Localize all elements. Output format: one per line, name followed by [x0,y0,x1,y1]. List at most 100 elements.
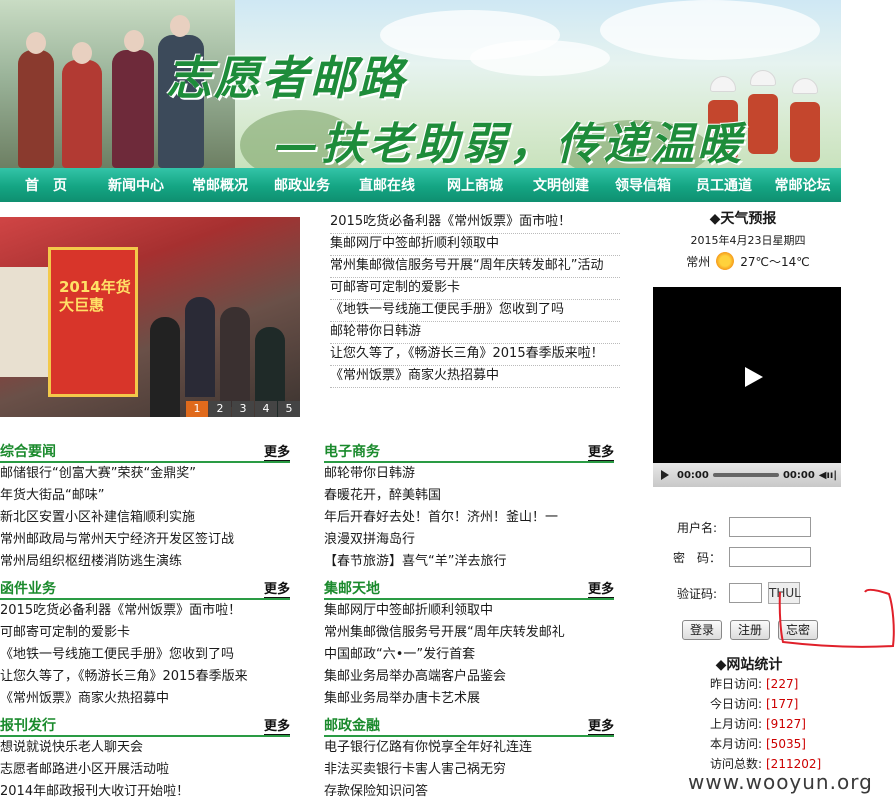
list-item[interactable]: 邮储银行“创富大赛”荣获“金鼎奖” [0,463,290,485]
list-item[interactable]: 中国邮政“六•一”发行首套 [324,644,614,666]
stat-label: 上月访问: [709,717,762,731]
slide-page-2[interactable]: 2 [209,401,231,417]
list-item[interactable]: 想说就说快乐老人聊天会 [0,737,290,759]
more-link[interactable]: 更多 [263,582,290,598]
section-title: 报刊发行 [0,718,56,734]
list-item[interactable]: 新北区安置小区补建信箱顺利实施 [0,507,290,529]
stats-title: ◆网站统计 [715,657,783,673]
stat-value: [227] [766,677,799,691]
sun-icon [716,252,735,270]
slide-poster: 2014年货大巨惠 [48,247,138,397]
login-button[interactable]: 登录 [682,620,723,640]
list-item[interactable]: 【春节旅游】喜气“羊”洋去旅行 [324,551,614,573]
stat-label: 今日访问: [709,697,762,711]
nav-leader-mailbox[interactable]: 领导信箱 [602,175,684,195]
news-link[interactable]: 《地铁一号线施工便民手册》您收到了吗 [330,300,620,322]
password-input[interactable] [729,547,811,567]
watermark: www.wooyun.org [688,770,873,794]
list-item[interactable]: 集邮业务局举办高端客户品鉴会 [324,666,614,688]
section-philately: 集邮天地 更多 集邮网厅中签邮折顺利领取中 常州集邮微信服务号开展“周年庆转发邮礼… [324,580,614,710]
captcha-label: 验证码: [676,586,718,601]
list-item[interactable]: 年货大街品“邮味” [0,485,290,507]
more-link[interactable]: 更多 [263,719,290,735]
list-item[interactable]: 让您久等了，《畅游长三角》2015春季版来 [0,666,290,688]
more-link[interactable]: 更多 [587,582,614,598]
site-stats: ◆网站统计 昨日访问: [227] 今日访问: [177] 上月访问: [9127] … [640,654,860,774]
list-item[interactable]: 常州集邮微信服务号开展“周年庆转发邮礼 [324,622,614,644]
list-item[interactable]: 2014年邮政报刊大收订开始啦！ [0,781,290,803]
slide-page-5[interactable]: 5 [278,401,300,417]
section-letters: 函件业务 更多 2015吃货必备利器《常州饭票》面市啦！ 可邮寄可定制的爱影卡 《… [0,580,290,710]
list-item[interactable]: 常州邮政局与常州天宁经济开发区签订战 [0,529,290,551]
list-item[interactable]: 邮轮带你日韩游 [324,463,614,485]
play-button[interactable] [661,470,669,480]
play-icon[interactable] [745,367,763,387]
username-input[interactable] [729,517,811,537]
more-link[interactable]: 更多 [263,445,290,461]
video-controls: 00:00 00:00 ◀ıı| [653,463,841,487]
top-news-list: 2015吃货必备利器《常州饭票》面市啦！ 集邮网厅中签邮折顺利领取中 常州集邮微… [330,212,620,388]
list-item[interactable]: 电子银行亿路有你悦享全年好礼连连 [324,737,614,759]
slide-page-1[interactable]: 1 [186,401,208,417]
video-player[interactable]: 00:00 00:00 ◀ıı| [653,287,841,487]
slide-page-4[interactable]: 4 [255,401,277,417]
register-button[interactable]: 注册 [730,620,771,640]
news-link[interactable]: 常州集邮微信服务号开展“周年庆转发邮礼”活动 [330,256,620,278]
list-item[interactable]: 春暖花开，醉美韩国 [324,485,614,507]
nav-civilization[interactable]: 文明创建 [520,175,602,195]
nav-direct-mail[interactable]: 直邮在线 [344,175,430,195]
news-link[interactable]: 集邮网厅中签邮折顺利领取中 [330,234,620,256]
main-nav: 首 页 新闻中心 常邮概况 邮政业务 直邮在线 网上商城 文明创建 领导信箱 员… [0,168,841,202]
section-title: 邮政金融 [324,718,380,734]
more-link[interactable]: 更多 [587,719,614,735]
list-item[interactable]: 存款保险知识问答 [324,781,614,803]
nav-staff-channel[interactable]: 员工通道 [684,175,764,195]
list-item[interactable]: 《地铁一号线施工便民手册》您收到了吗 [0,644,290,666]
list-item[interactable]: 可邮寄可定制的爱影卡 [0,622,290,644]
list-item[interactable]: 常州局组织枢纽楼消防逃生演练 [0,551,290,573]
section-general-news: 综合要闻 更多 邮储银行“创富大赛”荣获“金鼎奖” 年货大街品“邮味” 新北区安置… [0,443,290,573]
list-item[interactable]: 志愿者邮路进小区开展活动啦 [0,759,290,781]
slide-sign [0,267,52,377]
banner-title: 志愿者邮路 [166,51,406,105]
section-finance: 邮政金融 更多 电子银行亿路有你悦享全年好礼连连 非法买卖银行卡害人害己祸无穷 存… [324,717,614,803]
username-label: 用户名: [676,520,718,535]
weather-title: ◆天气预报 [709,211,777,227]
video-current-time: 00:00 [677,469,709,481]
news-slideshow[interactable]: 2014年货大巨惠 1 2 3 4 5 [0,217,300,417]
stat-value: [9127] [766,717,806,731]
nav-online-mall[interactable]: 网上商城 [430,175,520,195]
nav-news-center[interactable]: 新闻中心 [92,175,180,195]
news-link[interactable]: 2015吃货必备利器《常州饭票》面市啦！ [330,212,620,234]
volume-icon[interactable]: ◀ıı| [819,470,837,481]
news-link[interactable]: 可邮寄可定制的爱影卡 [330,278,620,300]
news-link[interactable]: 《常州饭票》商家火热招募中 [330,366,620,388]
section-ecommerce: 电子商务 更多 邮轮带你日韩游 春暖花开，醉美韩国 年后开春好去处！首尔！济州！釜… [324,443,614,573]
stat-label: 本月访问: [709,737,762,751]
slide-page-3[interactable]: 3 [232,401,254,417]
nav-forum[interactable]: 常邮论坛 [764,175,841,195]
weather-panel: ◆天气预报 2015年4月23日星期四 常州 27℃～14℃ [638,208,858,270]
nav-postal-business[interactable]: 邮政业务 [260,175,344,195]
captcha-input[interactable] [729,583,762,603]
news-link[interactable]: 让您久等了，《畅游长三角》2015春季版来啦！ [330,344,620,366]
red-annotation-mark [778,588,895,648]
news-link[interactable]: 邮轮带你日韩游 [330,322,620,344]
stat-label: 昨日访问: [709,677,762,691]
list-item[interactable]: 集邮网厅中签邮折顺利领取中 [324,600,614,622]
list-item[interactable]: 浪漫双拼海岛行 [324,529,614,551]
list-item[interactable]: 年后开春好去处！首尔！济州！釜山！一 [324,507,614,529]
more-link[interactable]: 更多 [587,445,614,461]
nav-home[interactable]: 首 页 [0,175,92,195]
section-title: 综合要闻 [0,444,56,460]
nav-overview[interactable]: 常邮概况 [180,175,260,195]
password-label: 密 码： [672,550,721,565]
video-progress[interactable] [712,473,779,477]
slide-pager: 1 2 3 4 5 [185,401,300,417]
list-item[interactable]: 2015吃货必备利器《常州饭票》面市啦！ [0,600,290,622]
list-item[interactable]: 《常州饭票》商家火热招募中 [0,688,290,710]
list-item[interactable]: 集邮业务局举办唐卡艺术展 [324,688,614,710]
list-item[interactable]: 非法买卖银行卡害人害己祸无穷 [324,759,614,781]
stat-value: [5035] [766,737,806,751]
video-total-time: 00:00 [782,469,815,481]
